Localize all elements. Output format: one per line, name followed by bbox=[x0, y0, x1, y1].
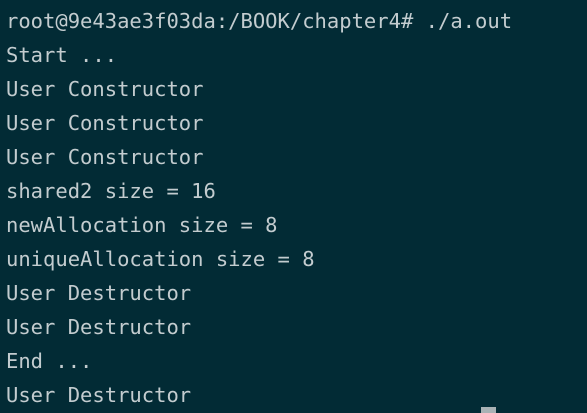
command-text: ./a.out bbox=[425, 9, 513, 33]
terminal-cursor bbox=[481, 407, 496, 413]
output-line-end: End ... bbox=[6, 349, 93, 373]
output-line-new-allocation-size: newAllocation size = 8 bbox=[6, 213, 278, 237]
terminal-window[interactable]: root@9e43ae3f03da:/BOOK/chapter4# ./a.ou… bbox=[0, 0, 587, 413]
shell-prompt: root@9e43ae3f03da:/BOOK/chapter4# bbox=[6, 9, 426, 33]
output-line-destructor-1: User Destructor bbox=[6, 281, 192, 305]
command-line: root@9e43ae3f03da:/BOOK/chapter4# ./a.ou… bbox=[6, 4, 587, 38]
output-line-constructor-2: User Constructor bbox=[6, 111, 204, 135]
output-line-destructor-2: User Destructor bbox=[6, 315, 192, 339]
output-line-constructor-1: User Constructor bbox=[6, 77, 204, 101]
output-line-start: Start ... bbox=[6, 43, 118, 67]
output-line-constructor-3: User Constructor bbox=[6, 145, 204, 169]
output-line-unique-allocation-size: uniqueAllocation size = 8 bbox=[6, 247, 315, 271]
output-line-shared2-size: shared2 size = 16 bbox=[6, 179, 216, 203]
output-line-destructor-3: User Destructor bbox=[6, 383, 192, 407]
